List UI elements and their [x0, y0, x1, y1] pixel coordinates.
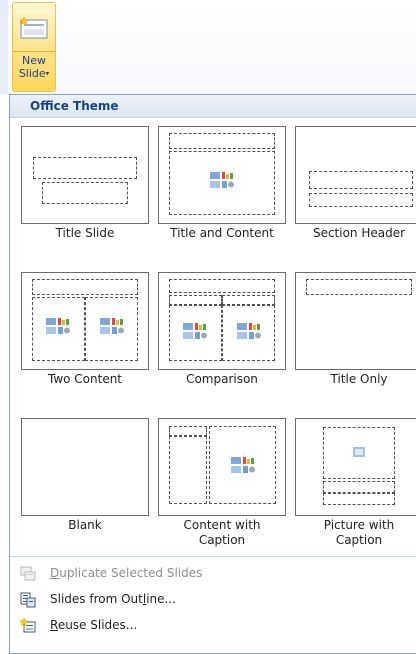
reuse-slides-icon [20, 618, 36, 633]
label-post: euse Slides... [57, 618, 138, 632]
content-icons [183, 323, 207, 339]
title-placeholder [306, 279, 412, 295]
label-post: uplicate Selected Slides [59, 566, 203, 580]
title-placeholder [169, 133, 275, 149]
layout-thumbnail[interactable] [21, 272, 149, 370]
layout-thumbnail[interactable] [21, 418, 149, 516]
subtitle-placeholder [42, 182, 128, 204]
caption-text-placeholder [323, 493, 395, 505]
layout-blank[interactable]: Blank [21, 418, 149, 558]
layout-thumbnail[interactable] [295, 418, 416, 516]
layout-label-line2: Caption [198, 533, 246, 547]
slides-from-outline-icon [20, 592, 36, 608]
label-accelerator: D [50, 566, 60, 580]
layout-title-slide[interactable]: Title Slide [21, 126, 149, 251]
layout-label: Title Slide [55, 226, 115, 240]
new-slide-icon-area[interactable] [13, 3, 55, 52]
menu-item-reuse-slides[interactable]: Reuse Slides... [10, 614, 416, 638]
label-post: ine... [146, 592, 176, 606]
text-placeholder [309, 193, 413, 207]
content-icons [237, 323, 261, 339]
layout-thumbnail[interactable] [158, 272, 286, 370]
picture-icon [353, 447, 365, 457]
title-placeholder [33, 157, 137, 179]
label-accelerator: R [50, 618, 58, 632]
layout-section-header[interactable]: Section Header [295, 126, 416, 251]
layout-label: Two Content [47, 372, 123, 386]
layout-label: Section Header [312, 226, 406, 240]
layout-thumbnail[interactable] [158, 418, 286, 516]
layout-content-with-caption[interactable]: Content with Caption [158, 418, 286, 558]
layout-picture-with-caption[interactable]: Picture with Caption [295, 418, 416, 558]
new-slide-label-line2: Slide [18, 67, 46, 80]
menu-separator [10, 556, 416, 557]
layout-title-only[interactable]: Title Only [295, 272, 416, 397]
new-slide-label[interactable]: New Slide▾ [13, 54, 55, 81]
layout-thumbnail[interactable] [295, 126, 416, 224]
layout-comparison[interactable]: Comparison [158, 272, 286, 397]
content-icons [46, 318, 70, 334]
layout-label: Picture with Caption [295, 518, 416, 548]
menu-item-label: Slides from Outline... [50, 592, 176, 606]
title-placeholder [32, 279, 138, 295]
layout-label-line1: Picture with [323, 518, 395, 532]
new-slide-icon [20, 17, 48, 39]
title-placeholder [309, 171, 413, 189]
new-slide-dropdown-panel: Office Theme Title Slide Title and Conte… [9, 94, 416, 654]
layout-thumbnail[interactable] [21, 126, 149, 224]
caption-title-placeholder [323, 481, 395, 493]
layout-label: Content with Caption [158, 518, 286, 548]
menu-item-slides-from-outline[interactable]: Slides from Outline... [10, 588, 416, 612]
layout-label-line2: Caption [335, 533, 383, 547]
layout-thumbnail[interactable] [158, 126, 286, 224]
left-heading-placeholder [169, 295, 222, 305]
caption-text-placeholder [169, 436, 207, 504]
menu-item-duplicate-selected-slides[interactable]: Duplicate Selected Slides [10, 562, 416, 586]
layout-label: Title Only [330, 372, 388, 386]
layout-label: Title and Content [170, 226, 274, 240]
chevron-down-icon: ▾ [45, 69, 50, 78]
layout-title-and-content[interactable]: Title and Content [158, 126, 286, 251]
theme-header: Office Theme [10, 95, 416, 118]
menu-item-label: Reuse Slides... [50, 618, 137, 632]
ribbon-area [0, 0, 416, 94]
layout-two-content[interactable]: Two Content [21, 272, 149, 397]
content-icons [100, 318, 124, 334]
content-icons [210, 172, 234, 188]
right-heading-placeholder [222, 295, 275, 305]
menu-item-label: Duplicate Selected Slides [50, 566, 202, 580]
layout-label: Comparison [186, 372, 258, 386]
layout-gallery: Title Slide Title and Content Section He… [10, 118, 416, 558]
new-slide-button[interactable]: New Slide▾ [12, 2, 56, 92]
layout-thumbnail[interactable] [295, 272, 416, 370]
layout-label-line1: Content with [183, 518, 261, 532]
label-pre: Slides from Out [50, 592, 143, 606]
duplicate-slides-icon [20, 566, 36, 581]
title-placeholder [169, 279, 275, 293]
theme-title: Office Theme [30, 99, 119, 113]
new-slide-label-line1: New [22, 54, 46, 67]
ribbon-edge [0, 0, 8, 94]
content-icons [231, 457, 255, 473]
layout-label: Blank [68, 518, 102, 532]
caption-title-placeholder [169, 426, 207, 436]
